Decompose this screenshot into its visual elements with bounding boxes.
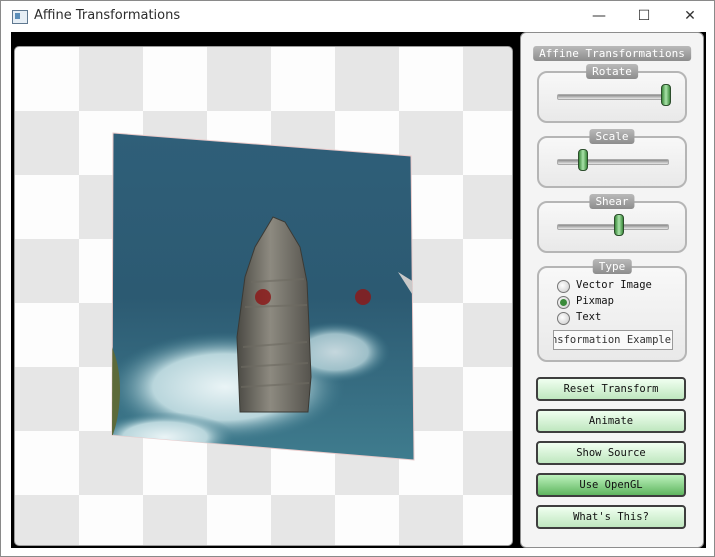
- control-panel: Affine Transformations Rotate Scale Shea…: [520, 32, 704, 548]
- radio-label: Text: [576, 311, 602, 323]
- minimize-button[interactable]: —: [576, 1, 622, 32]
- text-input-value: Transformation Example: [553, 334, 672, 346]
- use-opengl-button[interactable]: Use OpenGL: [536, 473, 686, 497]
- radio-label: Pixmap: [576, 295, 614, 307]
- scale-title: Scale: [589, 129, 635, 144]
- shear-slider[interactable]: [557, 224, 669, 230]
- title-bar: Affine Transformations — ☐ ✕: [1, 1, 714, 32]
- window-title: Affine Transformations: [34, 8, 181, 23]
- shear-group: Shear: [537, 194, 687, 253]
- control-point-1: [255, 289, 271, 305]
- rotate-group: Rotate: [537, 64, 687, 123]
- rotate-title: Rotate: [586, 64, 638, 79]
- reset-transform-button[interactable]: Reset Transform: [536, 377, 686, 401]
- type-title: Type: [592, 259, 632, 274]
- maximize-button[interactable]: ☐: [621, 1, 667, 32]
- scale-group: Scale: [537, 129, 687, 188]
- radio-label: Vector Image: [576, 279, 652, 291]
- transformed-image: [111, 132, 415, 461]
- rotate-slider[interactable]: [557, 94, 669, 100]
- scale-slider[interactable]: [557, 159, 669, 165]
- text-input[interactable]: Transformation Example: [553, 330, 673, 350]
- close-button[interactable]: ✕: [667, 1, 713, 32]
- app-window: Affine Transformations — ☐ ✕ Affine Tran…: [0, 0, 715, 557]
- radio-vector[interactable]: [557, 280, 570, 293]
- type-group: Type Vector Image Pixmap Text Transforma…: [537, 259, 687, 362]
- show-source-button[interactable]: Show Source: [536, 441, 686, 465]
- rotate-slider-handle[interactable]: [661, 84, 671, 106]
- shear-slider-handle[interactable]: [614, 214, 625, 236]
- app-icon: [12, 10, 28, 24]
- control-point-2: [355, 289, 371, 305]
- radio-pixmap[interactable]: [557, 296, 570, 309]
- panel-title: Affine Transformations: [533, 46, 691, 61]
- animate-button[interactable]: Animate: [536, 409, 686, 433]
- whats-this-button[interactable]: What's This?: [536, 505, 686, 529]
- radio-text[interactable]: [557, 312, 570, 325]
- render-canvas[interactable]: [14, 46, 513, 546]
- shear-title: Shear: [589, 194, 635, 209]
- client-area: Affine Transformations Rotate Scale Shea…: [11, 32, 706, 548]
- scale-slider-handle[interactable]: [577, 149, 588, 171]
